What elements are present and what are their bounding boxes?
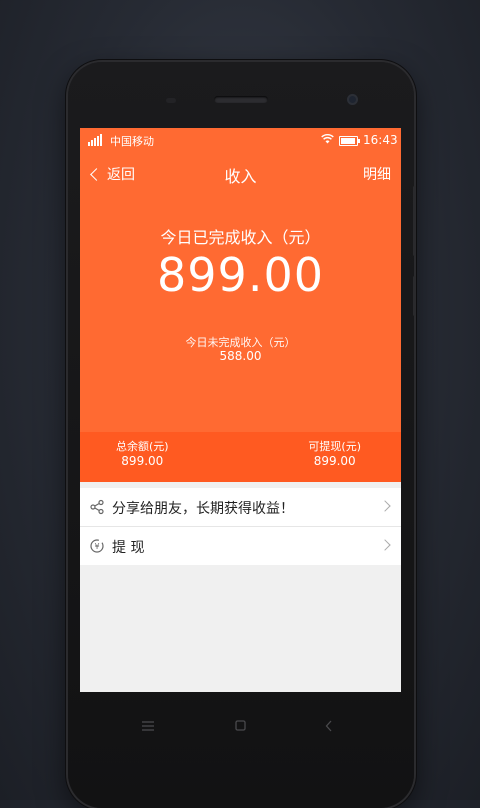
withdraw-label: 提 现 (112, 540, 145, 556)
page-title: 收入 (224, 167, 257, 186)
menu-key-icon[interactable] (142, 720, 154, 735)
withdrawable-label: 可提现(元) (308, 440, 361, 453)
volume-button (413, 186, 416, 256)
total-balance-label: 总余额(元) (116, 440, 169, 453)
proximity-sensor (166, 98, 176, 103)
withdraw-icon: ¥ (89, 538, 105, 554)
back-key-icon[interactable] (325, 720, 333, 736)
today-pending-amount: 588.00 (219, 349, 262, 363)
chevron-right-icon (379, 539, 391, 551)
chevron-right-icon (379, 500, 391, 512)
today-completed-amount: 899.00 (157, 248, 324, 302)
detail-button[interactable]: 明细 (363, 164, 391, 184)
carrier-name: 中国移动 (110, 135, 154, 148)
hardware-keys (80, 712, 401, 742)
withdrawable-value: 899.00 (313, 454, 356, 468)
status-bar: 中国移动 16:43 (80, 128, 401, 152)
income-hero: 今日已完成收入（元） 899.00 今日未完成收入（元） 588.00 (80, 192, 401, 432)
balance-summary: 总余额(元) 899.00 可提现(元) 899.00 (80, 432, 401, 482)
withdrawable-balance: 可提现(元) 899.00 (308, 439, 361, 469)
home-key-icon[interactable] (235, 720, 246, 735)
app-screen: 中国移动 16:43 返回 收入 明细 今日已完成收入（元） 899.00 今日… (80, 128, 401, 692)
nav-bar: 返回 收入 明细 (80, 152, 401, 192)
total-balance: 总余额(元) 899.00 (116, 439, 169, 469)
wifi-icon (321, 133, 334, 147)
phone-frame: 中国移动 16:43 返回 收入 明细 今日已完成收入（元） 899.00 今日… (68, 62, 416, 808)
svg-text:¥: ¥ (94, 542, 99, 551)
front-camera (347, 94, 358, 105)
clock: 16:43 (363, 133, 398, 147)
total-balance-value: 899.00 (121, 454, 164, 468)
earpiece-speaker (214, 96, 268, 103)
share-row[interactable]: 分享给朋友，长期获得收益！ (80, 488, 401, 527)
action-list: 分享给朋友，长期获得收益！ ¥ 提 现 (80, 488, 401, 565)
today-completed-label: 今日已完成收入（元） (160, 228, 321, 247)
today-pending-label: 今日未完成收入（元） (185, 336, 296, 349)
battery-icon (339, 136, 360, 146)
power-button (413, 276, 416, 316)
withdraw-row[interactable]: ¥ 提 现 (80, 527, 401, 565)
signal-icon (88, 134, 102, 146)
share-icon (89, 499, 105, 515)
share-label: 分享给朋友，长期获得收益！ (112, 501, 294, 517)
